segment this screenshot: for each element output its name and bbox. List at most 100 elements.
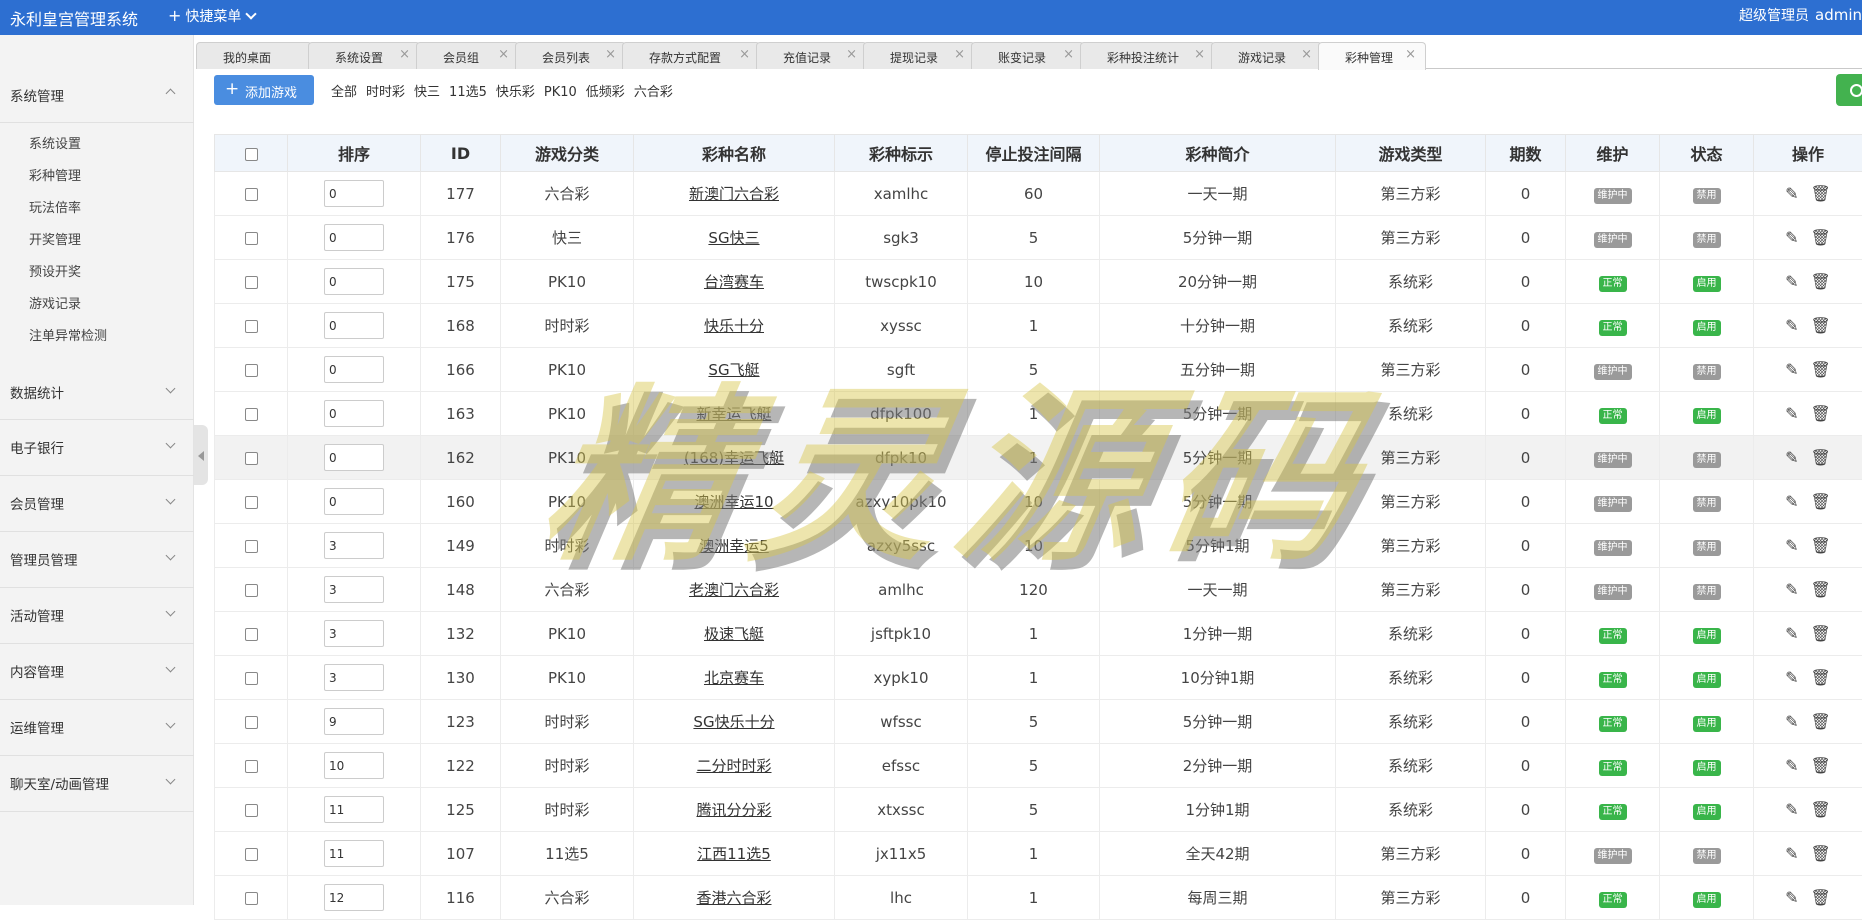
close-icon[interactable]: × (846, 47, 857, 62)
maintenance-badge[interactable]: 维护中 (1594, 452, 1632, 468)
edit-icon[interactable]: ✎ (1785, 624, 1798, 643)
delete-icon[interactable]: 🗑 (1811, 184, 1831, 203)
status-badge[interactable]: 禁用 (1693, 452, 1721, 468)
filter-link[interactable]: 六合彩 (634, 85, 673, 100)
row-checkbox[interactable] (245, 892, 258, 905)
sort-input[interactable] (324, 180, 384, 207)
maintenance-badge[interactable]: 正常 (1599, 628, 1627, 644)
tab[interactable]: 彩种管理× (1318, 42, 1426, 70)
sort-input[interactable] (324, 532, 384, 559)
sidebar-group[interactable]: 管理员管理 (0, 532, 194, 588)
status-badge[interactable]: 启用 (1693, 760, 1721, 776)
status-badge[interactable]: 禁用 (1693, 584, 1721, 600)
edit-icon[interactable]: ✎ (1785, 844, 1798, 863)
tab[interactable]: 系统设置× (308, 42, 420, 69)
sort-input[interactable] (324, 708, 384, 735)
sidebar-subitem[interactable]: 游戏记录 (29, 293, 81, 312)
status-badge[interactable]: 启用 (1693, 672, 1721, 688)
sidebar-subitem[interactable]: 开奖管理 (29, 229, 81, 248)
filter-link[interactable]: 全部 (331, 85, 357, 100)
close-icon[interactable]: × (498, 47, 509, 62)
delete-icon[interactable]: 🗑 (1811, 624, 1831, 643)
maintenance-badge[interactable]: 正常 (1599, 672, 1627, 688)
delete-icon[interactable]: 🗑 (1811, 756, 1831, 775)
row-checkbox[interactable] (245, 584, 258, 597)
tab[interactable]: 游戏记录× (1211, 42, 1322, 69)
sidebar-subitem[interactable]: 注单异常检测 (29, 325, 107, 344)
add-game-button[interactable]: + 添加游戏 (214, 75, 314, 105)
sidebar-subitem[interactable]: 预设开奖 (29, 261, 81, 280)
table-row[interactable]: 125时时彩腾讯分分彩xtxssc51分钟1期系统彩0正常启用✎🗑 (215, 788, 1862, 832)
sidebar-subitem[interactable]: 彩种管理 (29, 165, 81, 184)
table-row[interactable]: 148六合彩老澳门六合彩amlhc120一天一期第三方彩0维护中禁用✎🗑 (215, 568, 1862, 612)
status-badge[interactable]: 禁用 (1693, 848, 1721, 864)
delete-icon[interactable]: 🗑 (1811, 668, 1831, 687)
delete-icon[interactable]: 🗑 (1811, 316, 1831, 335)
maintenance-badge[interactable]: 维护中 (1594, 540, 1632, 556)
status-badge[interactable]: 禁用 (1693, 496, 1721, 512)
status-badge[interactable]: 启用 (1693, 320, 1721, 336)
maintenance-badge[interactable]: 维护中 (1594, 848, 1632, 864)
delete-icon[interactable]: 🗑 (1811, 228, 1831, 247)
table-row[interactable]: 176快三SG快三sgk355分钟一期第三方彩0维护中禁用✎🗑 (215, 216, 1862, 260)
table-row[interactable]: 166PK10SG飞艇sgft5五分钟一期第三方彩0维护中禁用✎🗑 (215, 348, 1862, 392)
table-row[interactable]: 163PK10新幸运飞艇dfpk10015分钟一期系统彩0正常启用✎🗑 (215, 392, 1862, 436)
row-checkbox[interactable] (245, 716, 258, 729)
row-checkbox[interactable] (245, 672, 258, 685)
select-all-checkbox[interactable] (245, 148, 258, 161)
maintenance-badge[interactable]: 维护中 (1594, 188, 1632, 204)
tab[interactable]: 会员列表× (515, 42, 626, 69)
delete-icon[interactable]: 🗑 (1811, 448, 1831, 467)
status-badge[interactable]: 禁用 (1693, 188, 1721, 204)
status-badge[interactable]: 启用 (1693, 628, 1721, 644)
maintenance-badge[interactable]: 正常 (1599, 892, 1627, 908)
edit-icon[interactable]: ✎ (1785, 800, 1798, 819)
lottery-name-link[interactable]: SG飞艇 (708, 361, 759, 379)
table-row[interactable]: 122时时彩二分时时彩efssc52分钟一期系统彩0正常启用✎🗑 (215, 744, 1862, 788)
sidebar-group[interactable]: 会员管理 (0, 476, 194, 532)
status-badge[interactable]: 禁用 (1693, 540, 1721, 556)
close-icon[interactable]: × (1194, 47, 1205, 62)
lottery-name-link[interactable]: 澳洲幸运10 (694, 493, 773, 511)
lottery-name-link[interactable]: 北京赛车 (704, 669, 764, 687)
edit-icon[interactable]: ✎ (1785, 184, 1798, 203)
quick-menu-button[interactable]: +快捷菜单 (168, 6, 255, 26)
maintenance-badge[interactable]: 维护中 (1594, 584, 1632, 600)
delete-icon[interactable]: 🗑 (1811, 272, 1831, 291)
sort-input[interactable] (324, 268, 384, 295)
row-checkbox[interactable] (245, 408, 258, 421)
lottery-name-link[interactable]: 腾讯分分彩 (696, 801, 771, 819)
close-icon[interactable]: × (1405, 47, 1416, 62)
table-row[interactable]: 162PK10(168)幸运飞艇dfpk1015分钟一期第三方彩0维护中禁用✎🗑 (215, 436, 1862, 480)
filter-link[interactable]: 低频彩 (586, 85, 625, 100)
row-checkbox[interactable] (245, 188, 258, 201)
maintenance-badge[interactable]: 正常 (1599, 716, 1627, 732)
tab[interactable]: 提现记录× (863, 42, 975, 69)
maintenance-badge[interactable]: 维护中 (1594, 496, 1632, 512)
sort-input[interactable] (324, 312, 384, 339)
sort-input[interactable] (324, 664, 384, 691)
table-row[interactable]: 168时时彩快乐十分xyssc1十分钟一期系统彩0正常启用✎🗑 (215, 304, 1862, 348)
lottery-name-link[interactable]: 老澳门六合彩 (689, 581, 779, 599)
delete-icon[interactable]: 🗑 (1811, 360, 1831, 379)
sidebar-group[interactable]: 电子银行 (0, 420, 194, 476)
table-row[interactable]: 130PK10北京赛车xypk10110分钟1期系统彩0正常启用✎🗑 (215, 656, 1862, 700)
edit-icon[interactable]: ✎ (1785, 360, 1798, 379)
sort-input[interactable] (324, 400, 384, 427)
status-badge[interactable]: 禁用 (1693, 232, 1721, 248)
table-row[interactable]: 132PK10极速飞艇jsftpk1011分钟一期系统彩0正常启用✎🗑 (215, 612, 1862, 656)
delete-icon[interactable]: 🗑 (1811, 404, 1831, 423)
lottery-name-link[interactable]: SG快三 (708, 229, 759, 247)
sort-input[interactable] (324, 356, 384, 383)
sort-input[interactable] (324, 884, 384, 911)
filter-link[interactable]: 11选5 (449, 85, 487, 100)
close-icon[interactable]: × (1301, 47, 1312, 62)
edit-icon[interactable]: ✎ (1785, 668, 1798, 687)
row-checkbox[interactable] (245, 760, 258, 773)
sort-input[interactable] (324, 224, 384, 251)
delete-icon[interactable]: 🗑 (1811, 580, 1831, 599)
close-icon[interactable]: × (1063, 47, 1074, 62)
maintenance-badge[interactable]: 正常 (1599, 276, 1627, 292)
tab[interactable]: 会员组× (416, 42, 519, 69)
tab[interactable]: 存款方式配置× (622, 42, 760, 69)
